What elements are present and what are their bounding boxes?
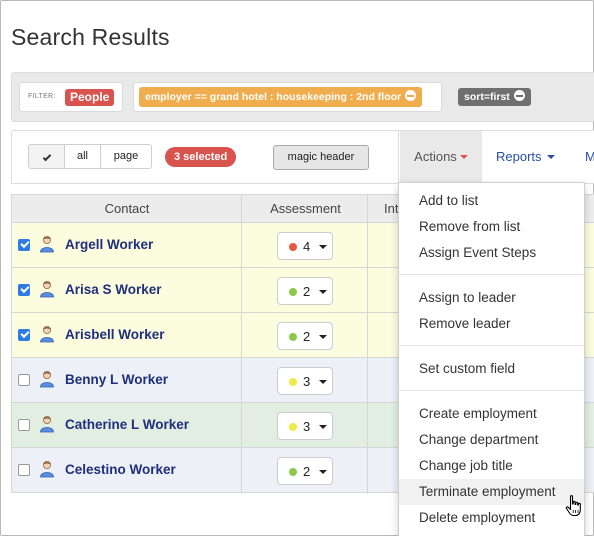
employer-filter-box: employer == grand hotel : housekeeping :… — [133, 82, 442, 112]
sort-tag[interactable]: sort=first — [458, 88, 531, 106]
reports-label: Reports — [496, 149, 542, 164]
magic-header-button[interactable]: magic header — [273, 145, 369, 170]
assessment-status-dot — [289, 243, 297, 251]
contact-name-link[interactable]: Arisa S Worker — [65, 282, 162, 297]
menu-item-create-employment[interactable]: Create employment — [399, 401, 584, 427]
menu-item-change-department[interactable]: Change department — [399, 427, 584, 453]
row-checkbox[interactable] — [18, 419, 30, 431]
hand-cursor-icon — [565, 495, 581, 517]
assessment-dropdown[interactable]: 2 — [277, 322, 333, 350]
employer-filter-tag[interactable]: employer == grand hotel : housekeeping :… — [139, 87, 423, 107]
assessment-status-dot — [289, 423, 297, 431]
column-divider — [367, 195, 368, 494]
filter-bar: FILTER: People employer == grand hotel :… — [11, 72, 594, 122]
assessment-dropdown[interactable]: 3 — [277, 412, 333, 440]
person-icon — [39, 325, 55, 343]
employer-filter-text: employer == grand hotel : housekeeping :… — [145, 91, 402, 103]
more-menu-button[interactable]: M — [585, 131, 594, 183]
contact-name-link[interactable]: Benny L Worker — [65, 372, 168, 387]
assessment-value: 3 — [303, 374, 311, 389]
assessment-status-dot — [289, 468, 297, 476]
contact-name-link[interactable]: Celestino Worker — [65, 462, 176, 477]
actions-menu-button[interactable]: Actions — [400, 131, 482, 183]
chevron-down-icon — [319, 335, 327, 339]
reports-menu-button[interactable]: Reports — [496, 131, 555, 183]
chevron-down-icon — [319, 425, 327, 429]
page-title: Search Results — [11, 24, 170, 50]
people-filter-tag[interactable]: People — [65, 89, 115, 106]
menu-item-set-custom-field[interactable]: Set custom field — [399, 356, 584, 382]
assessment-value: 2 — [303, 284, 311, 299]
assessment-dropdown[interactable]: 2 — [277, 277, 333, 305]
actions-label: Actions — [414, 149, 457, 164]
menu-divider — [399, 274, 584, 275]
column-divider — [241, 195, 242, 494]
filter-label: FILTER: — [28, 93, 56, 100]
row-checkbox[interactable] — [18, 464, 30, 476]
selected-count-badge: 3 selected — [165, 147, 237, 167]
select-page-button[interactable]: page — [101, 144, 152, 169]
assessment-value: 2 — [303, 464, 311, 479]
menu-divider — [399, 345, 584, 346]
chevron-down-icon — [319, 290, 327, 294]
select-all-button[interactable]: all — [65, 144, 101, 169]
selection-button-group: all page — [28, 144, 152, 169]
assessment-value: 4 — [303, 239, 311, 254]
select-checkbox-button[interactable] — [28, 144, 65, 169]
menu-item-remove-leader[interactable]: Remove leader — [399, 311, 584, 337]
contact-name-link[interactable]: Argell Worker — [65, 237, 153, 252]
chevron-down-icon — [319, 470, 327, 474]
contact-name-link[interactable]: Catherine L Worker — [65, 417, 189, 432]
menu-item-change-job-title[interactable]: Change job title — [399, 453, 584, 479]
assessment-dropdown[interactable]: 4 — [277, 232, 333, 260]
filter-type-box: FILTER: People — [19, 82, 123, 112]
menu-item-remove-from-list[interactable]: Remove from list — [399, 214, 584, 240]
chevron-down-icon — [546, 155, 555, 159]
assessment-dropdown[interactable]: 3 — [277, 367, 333, 395]
person-icon — [39, 370, 55, 388]
sort-tag-text: sort=first — [464, 91, 510, 103]
column-header-assessment[interactable]: Assessment — [243, 195, 368, 223]
assessment-value: 3 — [303, 419, 311, 434]
assessment-status-dot — [289, 288, 297, 296]
remove-filter-icon[interactable] — [405, 90, 417, 101]
row-checkbox[interactable] — [18, 239, 30, 251]
menu-item-delete-employment[interactable]: Delete employment — [399, 505, 584, 531]
row-checkbox[interactable] — [18, 284, 30, 296]
toolbar-divider — [398, 131, 399, 183]
column-header-contact[interactable]: Contact — [12, 195, 242, 223]
assessment-status-dot — [289, 333, 297, 341]
row-checkbox[interactable] — [18, 329, 30, 341]
contact-name-link[interactable]: Arisbell Worker — [65, 327, 165, 342]
assessment-value: 2 — [303, 329, 311, 344]
chevron-down-icon — [459, 155, 468, 159]
menu-divider — [399, 390, 584, 391]
actions-dropdown-menu: Add to list Remove from list Assign Event … — [398, 182, 585, 536]
menu-item-assign-event-steps[interactable]: Assign Event Steps — [399, 240, 584, 266]
person-icon — [39, 415, 55, 433]
person-icon — [39, 235, 55, 253]
menu-item-add-to-list[interactable]: Add to list — [399, 188, 584, 214]
assessment-dropdown[interactable]: 2 — [277, 457, 333, 485]
assessment-status-dot — [289, 378, 297, 386]
row-checkbox[interactable] — [18, 374, 30, 386]
checkmark-icon — [42, 152, 51, 162]
menu-item-assign-to-leader[interactable]: Assign to leader — [399, 285, 584, 311]
chevron-down-icon — [319, 380, 327, 384]
menu-item-terminate-employment[interactable]: Terminate employment — [399, 479, 584, 505]
chevron-down-icon — [319, 245, 327, 249]
results-toolbar: all page 3 selected magic header Actions… — [11, 130, 594, 184]
person-icon — [39, 460, 55, 478]
remove-sort-icon[interactable] — [513, 90, 525, 101]
person-icon — [39, 280, 55, 298]
